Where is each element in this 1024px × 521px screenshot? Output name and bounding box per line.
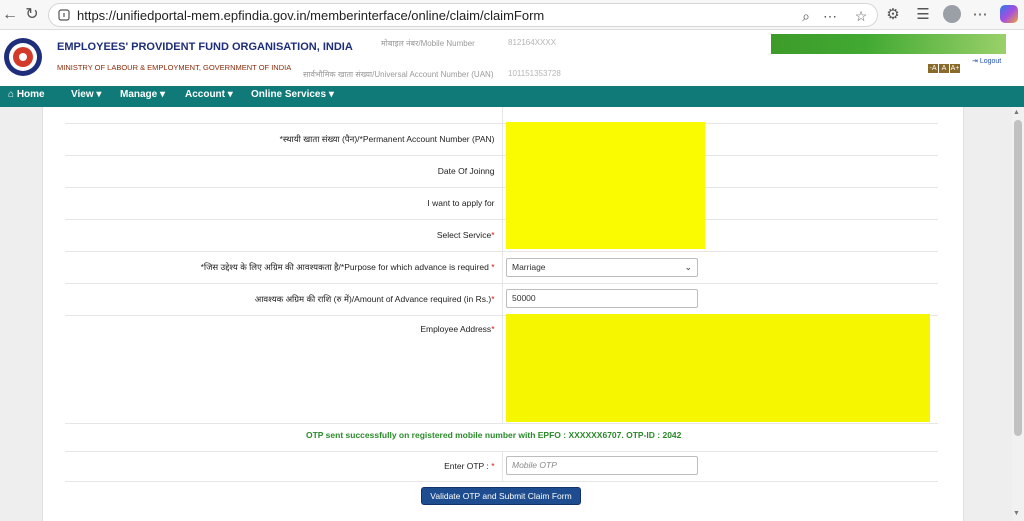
caret-down-icon: ▾ — [160, 89, 166, 100]
purpose-selected-value: Marriage — [512, 262, 546, 272]
scroll-up-arrow-icon[interactable]: ▲ — [1013, 109, 1020, 116]
purpose-select[interactable]: Marriage ⌄ — [506, 258, 698, 277]
select-service-label: Select Service* — [65, 219, 503, 252]
profile-avatar[interactable] — [943, 5, 961, 23]
font-size-controls: -A A A+ — [928, 57, 961, 75]
mobile-number-value: 812164XXXX — [508, 38, 557, 47]
scroll-down-arrow-icon[interactable]: ▼ — [1013, 510, 1020, 517]
nav-online-services-label: Online Services — [251, 89, 327, 100]
nav-manage-label: Manage — [120, 89, 158, 100]
more-icon[interactable]: ⋯ — [821, 7, 839, 25]
address-label: Employee Address* — [65, 315, 503, 424]
form-row-purpose: *जिस उद्देश्य के लिए अग्रिम की आवश्यकता … — [65, 251, 938, 284]
amount-input[interactable]: 50000 — [506, 289, 698, 308]
ministry-name: MINISTRY OF LABOUR & EMPLOYMENT, GOVERNM… — [57, 63, 292, 72]
redacted-employee-address — [506, 314, 930, 422]
form-row-apply-for: I want to apply for — [65, 187, 938, 220]
favorites-icon[interactable]: ☰ — [913, 5, 933, 25]
font-normal-button[interactable]: A — [939, 64, 949, 73]
caret-down-icon: ▾ — [328, 89, 334, 100]
uan-label: सार्वभौमिक खाता संख्या/Universal Account… — [303, 70, 494, 79]
header-banner — [771, 34, 1006, 54]
epfo-logo-icon — [4, 38, 42, 76]
org-name: EMPLOYEES' PROVIDENT FUND ORGANISATION, … — [57, 41, 353, 53]
mobile-number-label: मोबाइल नंबर/Mobile Number — [381, 39, 475, 48]
purpose-label: *जिस उद्देश्य के लिए अग्रिम की आवश्यकता … — [65, 251, 503, 284]
url-text[interactable]: https://unifiedportal-mem.epfindia.gov.i… — [77, 8, 544, 23]
refresh-icon[interactable]: ↻ — [22, 5, 42, 25]
form-row-otp: Enter OTP : * — [65, 451, 938, 482]
form-row-doj: Date Of Joinng — [65, 155, 938, 188]
otp-success-message: OTP sent successfully on registered mobi… — [306, 430, 682, 440]
otp-input-placeholder: Mobile OTP — [512, 460, 557, 470]
logout-link[interactable]: ⇥ Logout — [972, 57, 1001, 65]
form-row-amount: आवश्यक अग्रिम की राशि (रु में)/Amount of… — [65, 283, 938, 316]
zoom-icon[interactable]: ⌕ — [797, 7, 815, 25]
browser-toolbar: ← ↻ https://unifiedportal-mem.epfindia.g… — [0, 0, 1024, 30]
amount-input-value: 50000 — [512, 293, 536, 303]
font-increase-button[interactable]: A+ — [950, 64, 960, 73]
nav-manage[interactable]: Manage ▾ — [120, 89, 165, 100]
nav-online-services[interactable]: Online Services ▾ — [251, 89, 334, 100]
font-decrease-button[interactable]: -A — [928, 64, 938, 73]
amount-label: आवश्यक अग्रिम की राशि (रु में)/Amount of… — [65, 283, 503, 316]
favorite-star-icon[interactable]: ☆ — [852, 7, 870, 25]
claim-form-table: *स्थायी खाता संख्या (पैन)/*Permanent Acc… — [65, 107, 938, 511]
nav-account[interactable]: Account ▾ — [185, 89, 233, 100]
validate-otp-submit-button[interactable]: Validate OTP and Submit Claim Form — [421, 487, 581, 505]
redacted-personal-details — [506, 122, 705, 249]
caret-down-icon: ▾ — [96, 89, 102, 100]
nav-home-label: Home — [16, 89, 45, 100]
address-bar[interactable]: https://unifiedportal-mem.epfindia.gov.i… — [48, 3, 878, 27]
site-info-icon[interactable] — [57, 8, 71, 22]
menu-icon[interactable]: ⋯ — [970, 5, 990, 25]
form-row-cut — [65, 107, 938, 124]
chevron-down-icon: ⌄ — [684, 262, 692, 272]
form-row-pan: *स्थायी खाता संख्या (पैन)/*Permanent Acc… — [65, 123, 938, 156]
pan-label: *स्थायी खाता संख्या (पैन)/*Permanent Acc… — [65, 123, 503, 156]
form-row-service: Select Service* — [65, 219, 938, 252]
nav-account-label: Account — [185, 89, 225, 100]
home-icon: ⌂ — [8, 89, 15, 100]
logout-icon: ⇥ — [972, 58, 978, 65]
nav-view[interactable]: View ▾ — [71, 89, 101, 100]
otp-input[interactable]: Mobile OTP — [506, 456, 698, 475]
scrollbar-thumb[interactable] — [1014, 120, 1022, 436]
doj-label: Date Of Joinng — [65, 155, 503, 188]
apply-for-label: I want to apply for — [65, 187, 503, 220]
extensions-icon[interactable]: ⚙ — [883, 5, 903, 25]
otp-label: Enter OTP : * — [65, 451, 503, 482]
nav-home[interactable]: ⌂ Home — [8, 89, 45, 100]
back-icon[interactable]: ← — [0, 5, 20, 25]
logout-label: Logout — [979, 58, 1002, 65]
caret-down-icon: ▾ — [227, 89, 233, 100]
uan-value: 101151353728 — [508, 69, 561, 78]
copilot-icon[interactable] — [1000, 5, 1018, 23]
nav-view-label: View — [71, 89, 94, 100]
main-nav: ⌂ Home View ▾ Manage ▾ Account ▾ Online … — [0, 86, 1024, 107]
